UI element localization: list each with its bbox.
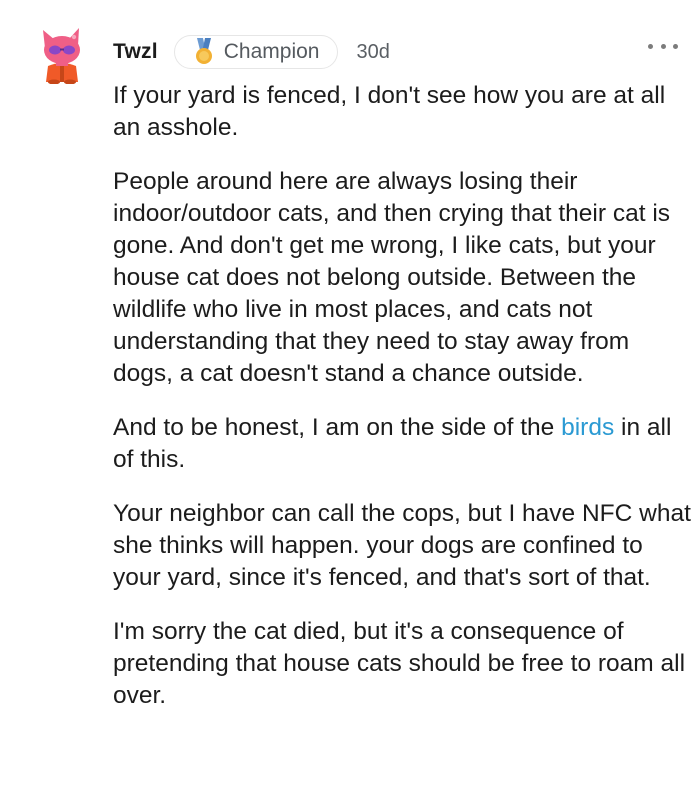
comment: Twzl Champion 30d If your yard is fenced… [0,0,700,803]
comment-body: If your yard is fenced, I don't see how … [113,80,693,734]
dot [660,43,666,49]
dot [648,43,653,49]
paragraph-text: And to be honest, I am on the side of th… [113,414,562,441]
badge-label: Champion [223,40,320,63]
snoo-cat-avatar-icon [43,28,80,85]
medal-icon [193,38,215,66]
comment-paragraph: People around here are always losing the… [113,168,671,387]
comment-paragraph: Your neighbor can call the cops, but I h… [113,500,691,591]
username[interactable]: Twzl [113,40,158,64]
timestamp: 30d [356,40,390,63]
birds-link[interactable]: birds [561,414,614,441]
comment-paragraph: And to be honest, I am on the side of th… [113,412,693,476]
comment-header: Twzl Champion 30d [113,33,390,71]
dot [673,43,678,49]
champion-badge[interactable]: Champion [173,35,339,69]
ellipsis-icon[interactable] [648,40,678,52]
comment-paragraph: I'm sorry the cat died, but it's a conse… [113,618,686,709]
comment-paragraph: If your yard is fenced, I don't see how … [113,82,666,141]
user-avatar[interactable] [36,26,92,85]
